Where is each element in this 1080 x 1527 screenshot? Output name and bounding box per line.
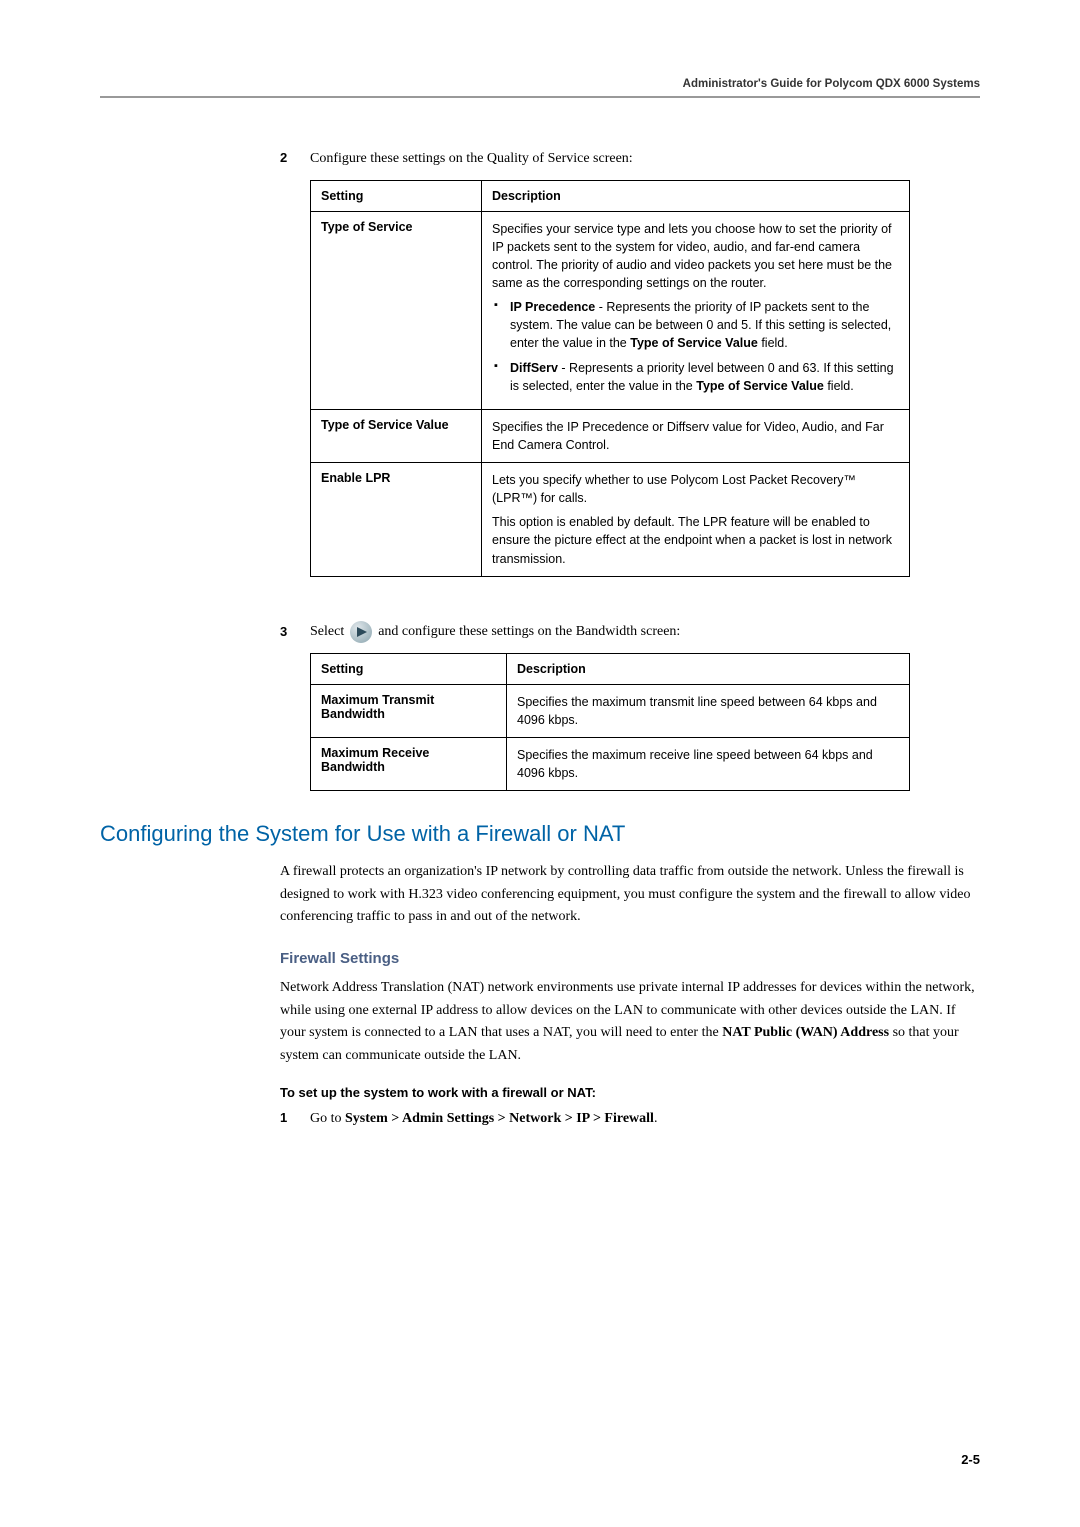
bw-header-setting: Setting: [311, 653, 507, 684]
firewall-settings-heading: Firewall Settings: [280, 950, 980, 967]
qos-row1-b2-term: DiffServ: [510, 361, 558, 375]
step-3-number: 3: [280, 624, 292, 639]
step-2-number: 2: [280, 150, 292, 165]
header-rule: [100, 96, 980, 98]
firewall-nat-intro: A firewall protects an organization's IP…: [280, 861, 980, 928]
step-3-line: 3 Select and configure these settings on…: [280, 621, 980, 643]
qos-row2-p1: Specifies the IP Precedence or Diffserv …: [492, 418, 899, 454]
step-2-line: 2 Configure these settings on the Qualit…: [280, 148, 980, 170]
bw-row1-p1: Specifies the maximum transmit line spee…: [517, 693, 899, 729]
firewall-step1-a: Go to: [310, 1111, 345, 1126]
step-3-text-b: and configure these settings on the Band…: [378, 621, 680, 643]
qos-row1-desc: Specifies your service type and lets you…: [482, 211, 910, 409]
bw-row2-desc: Specifies the maximum receive line speed…: [507, 737, 910, 790]
qos-row2-label: Type of Service Value: [311, 409, 482, 462]
page-number: 2-5: [961, 1452, 980, 1467]
qos-row3-desc: Lets you specify whether to use Polycom …: [482, 463, 910, 577]
bw-row1-desc: Specifies the maximum transmit line spee…: [507, 684, 910, 737]
step-3-text-a: Select: [310, 621, 344, 643]
page-header-title: Administrator's Guide for Polycom QDX 60…: [100, 78, 980, 90]
next-arrow-icon: [350, 621, 372, 643]
qos-row1-b1-term: IP Precedence: [510, 300, 595, 314]
qos-row3-p1: Lets you specify whether to use Polycom …: [492, 471, 899, 507]
firewall-settings-para: Network Address Translation (NAT) networ…: [280, 977, 980, 1067]
qos-header-setting: Setting: [311, 180, 482, 211]
qos-row1-bullet1: IP Precedence - Represents the priority …: [510, 298, 899, 352]
bandwidth-settings-table: Setting Description Maximum Transmit Ban…: [310, 653, 910, 792]
firewall-step-1-line: 1 Go to System > Admin Settings > Networ…: [280, 1108, 980, 1130]
qos-row3-p2: This option is enabled by default. The L…: [492, 513, 899, 567]
qos-row1-b1-field: Type of Service Value: [630, 336, 758, 350]
qos-row1-b2-field: Type of Service Value: [696, 379, 824, 393]
qos-settings-table: Setting Description Type of Service Spec…: [310, 180, 910, 577]
qos-row1-b1-end: field.: [758, 336, 788, 350]
qos-header-description: Description: [482, 180, 910, 211]
bw-row2-p1: Specifies the maximum receive line speed…: [517, 746, 899, 782]
qos-row2-desc: Specifies the IP Precedence or Diffserv …: [482, 409, 910, 462]
firewall-step1-b: System > Admin Settings > Network > IP >…: [345, 1111, 654, 1126]
firewall-step1-text: Go to System > Admin Settings > Network …: [310, 1108, 657, 1130]
firewall-nat-heading: Configuring the System for Use with a Fi…: [100, 821, 980, 847]
bw-row2-label: Maximum Receive Bandwidth: [311, 737, 507, 790]
step-2-text: Configure these settings on the Quality …: [310, 148, 633, 170]
firewall-howto-heading: To set up the system to work with a fire…: [280, 1085, 980, 1100]
bw-row1-label: Maximum Transmit Bandwidth: [311, 684, 507, 737]
qos-row3-label: Enable LPR: [311, 463, 482, 577]
qos-row1-label: Type of Service: [311, 211, 482, 409]
firewall-step1-c: .: [654, 1111, 658, 1126]
qos-row1-p1: Specifies your service type and lets you…: [492, 220, 899, 293]
qos-row1-b2-end: field.: [824, 379, 854, 393]
qos-row1-bullet2: DiffServ - Represents a priority level b…: [510, 359, 899, 395]
firewall-step1-number: 1: [280, 1110, 292, 1125]
bw-header-description: Description: [507, 653, 910, 684]
firewall-para-b: NAT Public (WAN) Address: [722, 1025, 889, 1040]
